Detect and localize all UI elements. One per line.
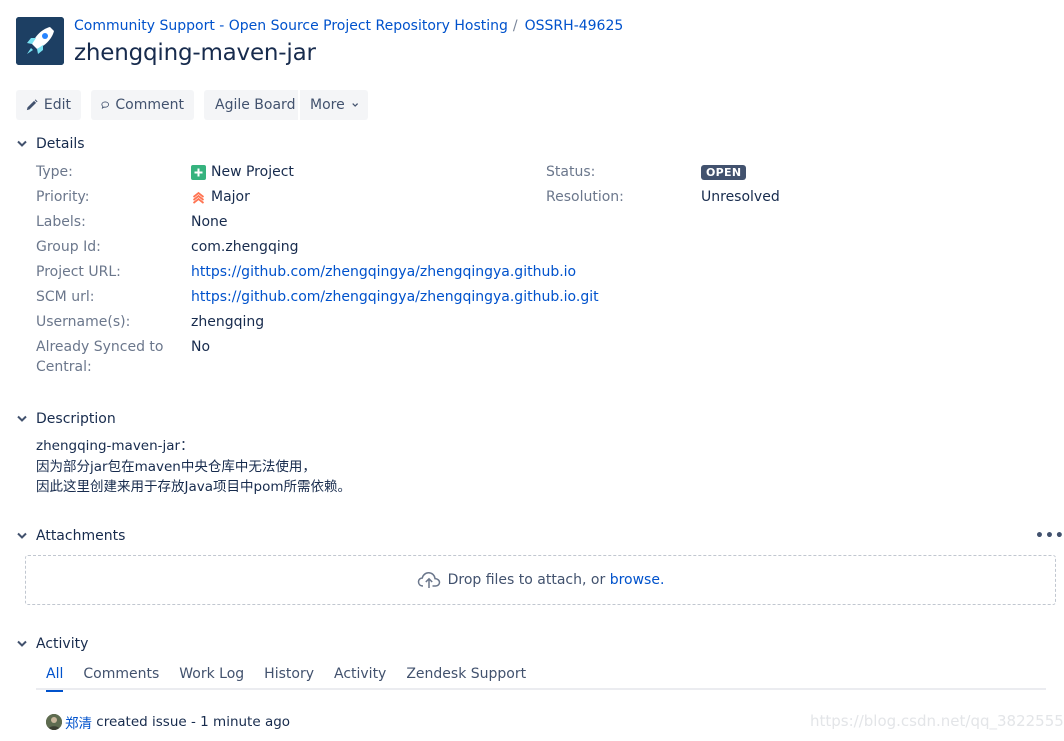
- watermark: https://blog.csdn.net/qq_38225558: [810, 712, 1064, 730]
- breadcrumb-issue-key-link[interactable]: OSSRH-49625: [525, 18, 624, 34]
- project-url-label: Project URL:: [36, 264, 121, 280]
- usernames-label: Username(s):: [36, 314, 131, 330]
- status-field: OPEN: [701, 164, 747, 180]
- pencil-icon: [26, 99, 38, 111]
- issue-toolbar: Edit Comment Agile Board More: [16, 90, 368, 120]
- status-badge: OPEN: [701, 165, 747, 180]
- labels-value[interactable]: None: [191, 214, 228, 230]
- tab-comments[interactable]: Comments: [73, 666, 169, 690]
- attachments-more-icon[interactable]: •••: [1035, 528, 1064, 544]
- workflow-button-group: Agile Board More: [204, 90, 368, 120]
- rocket-icon: [16, 17, 64, 65]
- agile-board-button[interactable]: Agile Board: [204, 90, 298, 120]
- usernames-value[interactable]: zhengqing: [191, 314, 264, 330]
- attachments-heading: Attachments: [36, 528, 126, 544]
- comment-button-label: Comment: [115, 97, 184, 113]
- scm-url-label: SCM url:: [36, 289, 95, 305]
- scm-url-link[interactable]: https://github.com/zhengqingya/zhengqing…: [191, 289, 599, 305]
- group-id-value[interactable]: com.zhengqing: [191, 239, 298, 255]
- type-label: Type:: [36, 164, 73, 180]
- activity-time: - 1 minute ago: [191, 714, 291, 730]
- details-section-toggle[interactable]: Details: [16, 136, 85, 152]
- activity-user-link[interactable]: 郑清: [65, 712, 92, 732]
- tab-history[interactable]: History: [254, 666, 324, 690]
- priority-label: Priority:: [36, 189, 90, 205]
- tab-all[interactable]: All: [36, 666, 73, 692]
- synced-value[interactable]: No: [191, 339, 210, 355]
- synced-label-line1: Already Synced to: [36, 339, 164, 355]
- details-heading: Details: [36, 136, 85, 152]
- tab-work-log[interactable]: Work Log: [169, 666, 254, 690]
- description-line: 因此这里创建来用于存放Java项目中pom所需依赖。: [36, 479, 351, 495]
- more-button-label: More: [310, 97, 345, 113]
- breadcrumb-separator: /: [512, 18, 518, 34]
- priority-value-text: Major: [211, 189, 250, 205]
- type-value-text: New Project: [211, 164, 294, 180]
- tab-activity[interactable]: Activity: [324, 666, 396, 690]
- type-value[interactable]: New Project: [191, 164, 294, 180]
- more-button[interactable]: More: [300, 90, 368, 120]
- labels-label: Labels:: [36, 214, 86, 230]
- synced-label-line2: Central:: [36, 359, 92, 375]
- activity-action: created issue: [96, 714, 187, 730]
- edit-button-label: Edit: [43, 97, 71, 113]
- project-avatar[interactable]: [16, 17, 64, 65]
- tab-zendesk-support[interactable]: Zendesk Support: [396, 666, 536, 690]
- priority-value[interactable]: Major: [191, 189, 250, 205]
- breadcrumb: Community Support - Open Source Project …: [74, 18, 623, 34]
- chevron-down-icon: [17, 532, 27, 539]
- browse-link[interactable]: browse.: [610, 572, 665, 588]
- user-avatar-icon: [46, 714, 62, 730]
- priority-major-icon: [192, 191, 205, 204]
- description-section-toggle[interactable]: Description: [16, 411, 116, 427]
- resolution-label: Resolution:: [546, 189, 624, 205]
- description-heading: Description: [36, 411, 116, 427]
- attachments-section-toggle[interactable]: Attachments: [16, 528, 125, 544]
- chevron-down-icon: [17, 140, 27, 147]
- description-line: 因为部分jar包在maven中央仓库中无法使用，: [36, 458, 316, 475]
- chevron-down-icon: [17, 415, 27, 422]
- attachment-dropzone[interactable]: Drop files to attach, or browse.: [25, 555, 1056, 605]
- user-avatar[interactable]: [46, 714, 62, 730]
- status-label: Status:: [546, 164, 596, 180]
- chevron-down-icon: [351, 103, 358, 107]
- group-id-label: Group Id:: [36, 239, 101, 255]
- chevron-down-icon: [17, 640, 27, 647]
- activity-heading: Activity: [36, 636, 89, 652]
- comment-button[interactable]: Comment: [91, 90, 194, 120]
- activity-section-toggle[interactable]: Activity: [16, 636, 88, 652]
- issue-title: zhengqing-maven-jar: [74, 40, 316, 66]
- activity-entry: 郑清 created issue - 1 minute ago: [46, 712, 290, 732]
- edit-button[interactable]: Edit: [16, 90, 81, 120]
- new-project-icon: [191, 164, 206, 180]
- activity-tabs: All Comments Work Log History Activity Z…: [36, 666, 1046, 692]
- breadcrumb-project-link[interactable]: Community Support - Open Source Project …: [74, 18, 508, 34]
- project-url-link[interactable]: https://github.com/zhengqingya/zhengqing…: [191, 264, 576, 280]
- resolution-value: Unresolved: [701, 189, 780, 205]
- description-line: zhengqing-maven-jar：: [36, 438, 194, 454]
- comment-icon: [101, 101, 109, 109]
- description-body[interactable]: zhengqing-maven-jar： 因为部分jar包在maven中央仓库中…: [36, 436, 351, 498]
- dropzone-text: Drop files to attach, or: [447, 572, 606, 588]
- cloud-upload-icon: [417, 572, 440, 588]
